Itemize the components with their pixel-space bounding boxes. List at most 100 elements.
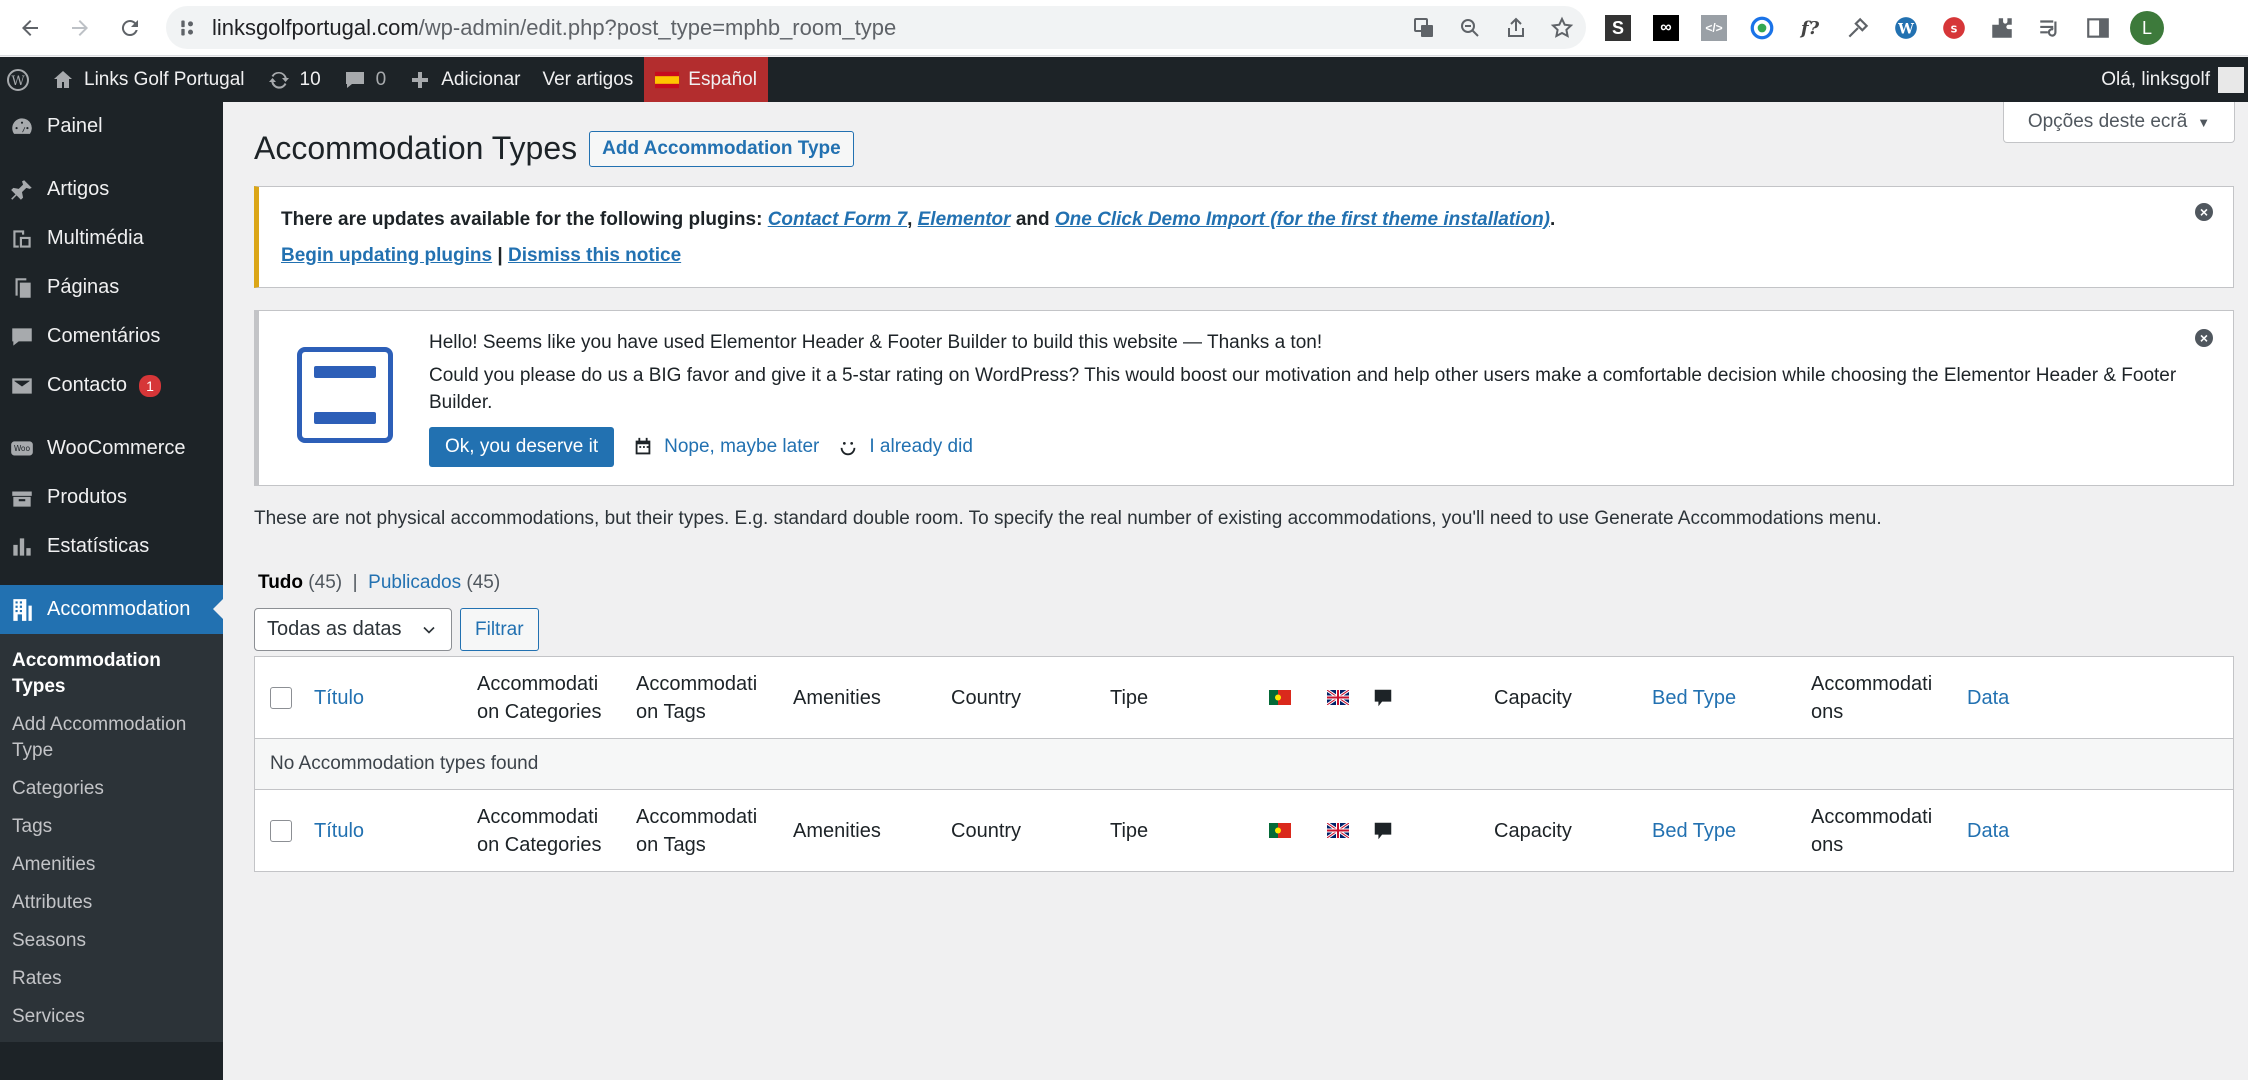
comments-link[interactable]: 0 [332, 57, 398, 102]
column-amenities: Amenities [793, 686, 881, 709]
add-new-link[interactable]: Adicionar [397, 57, 531, 102]
submenu-accommodation-types[interactable]: Accommodation Types [0, 642, 223, 706]
smile-icon [841, 441, 856, 456]
column-date[interactable]: Data [1967, 657, 2009, 738]
view-all[interactable]: Tudo (45) [258, 572, 342, 593]
maybe-later-label: Nope, maybe later [664, 436, 820, 457]
select-all-checkbox-footer[interactable] [270, 819, 292, 842]
already-did-link[interactable]: I already did [837, 436, 973, 458]
screen-options-button[interactable]: Opções deste ecrã ▼ [2003, 102, 2235, 143]
site-name: Links Golf Portugal [84, 68, 245, 90]
zoom-icon[interactable] [1458, 16, 1482, 40]
contact-badge: 1 [139, 374, 162, 397]
sidebar-item-contacto[interactable]: Contacto 1 [0, 361, 223, 410]
submenu-add-accommodation-type[interactable]: Add Accommodation Type [0, 706, 223, 770]
submenu-seasons[interactable]: Seasons [0, 922, 223, 960]
add-accommodation-type-button[interactable]: Add Accommodation Type [589, 130, 854, 167]
extension-seo-icon[interactable]: S [1938, 12, 1970, 44]
column-date[interactable]: Data [1967, 790, 2009, 871]
ok-deserve-it-button[interactable]: Ok, you deserve it [429, 427, 615, 467]
plugin-link-one-click-demo[interactable]: One Click Demo Import (for the first the… [1055, 209, 1550, 230]
sidebar-item-label: WooCommerce [47, 437, 186, 459]
column-bed-type[interactable]: Bed Type [1652, 790, 1736, 871]
submenu-tags[interactable]: Tags [0, 808, 223, 846]
forward-icon[interactable] [60, 8, 100, 48]
submenu-services[interactable]: Services [0, 998, 223, 1036]
extension-function-icon[interactable]: f? [1794, 12, 1826, 44]
browser-toolbar: linksgolfportugal.com/wp-admin/edit.php?… [0, 0, 2248, 56]
rating-actions: Ok, you deserve it Nope, maybe later I a… [429, 427, 973, 467]
language-switcher[interactable]: Español [644, 57, 768, 102]
comment-bubble-icon [345, 71, 364, 88]
stats-icon [13, 537, 31, 556]
sidebar-item-label: Produtos [47, 486, 128, 508]
column-bed-type[interactable]: Bed Type [1652, 657, 1736, 738]
column-title[interactable]: Título [314, 790, 364, 871]
maybe-later-link[interactable]: Nope, maybe later [632, 436, 819, 458]
extension-infinity-icon[interactable]: ∞ [1650, 12, 1682, 44]
sidebar-item-produtos[interactable]: Produtos [0, 473, 223, 522]
updates-link[interactable]: 10 [256, 57, 332, 102]
my-account[interactable]: Olá, linksgolf [2101, 57, 2248, 102]
extension-code-icon[interactable]: </> [1698, 12, 1730, 44]
sidebar-item-label: Contacto [47, 374, 128, 396]
extension-wordpress-icon[interactable]: W [1890, 12, 1922, 44]
submenu-rates[interactable]: Rates [0, 960, 223, 998]
select-all-checkbox[interactable] [270, 686, 292, 709]
share-icon[interactable] [1504, 16, 1528, 40]
plugin-updates-notice: There are updates available for the foll… [254, 186, 2234, 288]
already-did-label: I already did [869, 436, 973, 457]
extensions-puzzle-icon[interactable] [1986, 12, 2018, 44]
sidebar-item-multimedia[interactable]: Multimédia [0, 214, 223, 263]
user-avatar [2218, 66, 2244, 93]
dismiss-icon[interactable]: × [2195, 329, 2213, 347]
sidebar-item-comentarios[interactable]: Comentários [0, 312, 223, 361]
column-tags: Accommodati on Tags [636, 805, 758, 856]
comments-column-icon[interactable] [1372, 790, 1394, 871]
column-country: Country [951, 819, 1022, 842]
notice-actions: Begin updating plugins | Dismiss this no… [281, 245, 2211, 267]
media-controls-icon[interactable] [2034, 12, 2066, 44]
sidebar-item-paginas[interactable]: Páginas [0, 263, 223, 312]
view-posts-link[interactable]: Ver artigos [531, 57, 644, 102]
sidebar-item-woocommerce[interactable]: Woo WooCommerce [0, 424, 223, 473]
sidebar-item-accommodation[interactable]: Accommodation [0, 585, 223, 634]
filter-button[interactable]: Filtrar [460, 608, 539, 651]
site-info-icon[interactable] [178, 18, 198, 38]
profile-avatar[interactable]: L [2130, 11, 2164, 45]
back-icon[interactable] [10, 8, 50, 48]
sidebar-item-artigos[interactable]: Artigos [0, 165, 223, 214]
column-tags: Accommodati on Tags [636, 672, 758, 723]
side-panel-icon[interactable] [2082, 12, 2114, 44]
column-tipe: Tipe [1110, 686, 1149, 709]
plugin-link-contact-form[interactable]: Contact Form 7 [768, 209, 907, 230]
view-published[interactable]: Publicados (45) [368, 572, 500, 593]
sidebar-item-painel[interactable]: Painel [0, 102, 223, 151]
address-bar[interactable]: linksgolfportugal.com/wp-admin/edit.php?… [166, 6, 1586, 49]
reload-icon[interactable] [110, 8, 150, 48]
sidebar-item-estatisticas[interactable]: Estatísticas [0, 522, 223, 571]
column-country: Country [951, 686, 1022, 709]
submenu-amenities[interactable]: Amenities [0, 846, 223, 884]
submenu-categories[interactable]: Categories [0, 770, 223, 808]
star-icon[interactable] [1550, 16, 1574, 40]
no-items-message: No Accommodation types found [270, 753, 539, 774]
dismiss-notice-link[interactable]: Dismiss this notice [508, 245, 681, 266]
column-amenities: Amenities [793, 819, 881, 842]
translate-icon[interactable] [1412, 16, 1436, 40]
dismiss-icon[interactable]: × [2195, 203, 2213, 221]
date-filter-select[interactable]: Todas as datas [254, 608, 452, 651]
extension-s-icon[interactable]: S [1602, 12, 1634, 44]
submenu-attributes[interactable]: Attributes [0, 884, 223, 922]
site-name-link[interactable]: Links Golf Portugal [40, 57, 256, 102]
wordpress-logo-icon[interactable]: W [0, 57, 40, 102]
sidebar-item-label: Artigos [47, 178, 110, 200]
column-tipe: Tipe [1110, 819, 1149, 842]
extension-circle-icon[interactable] [1746, 12, 1778, 44]
plugin-link-elementor[interactable]: Elementor [918, 209, 1011, 230]
column-title[interactable]: Título [314, 657, 364, 738]
rating-line-2: Could you please do us a BIG favor and g… [429, 365, 2177, 413]
comments-column-icon[interactable] [1372, 657, 1394, 738]
begin-updating-link[interactable]: Begin updating plugins [281, 245, 492, 266]
extension-eyedropper-icon[interactable] [1842, 12, 1874, 44]
